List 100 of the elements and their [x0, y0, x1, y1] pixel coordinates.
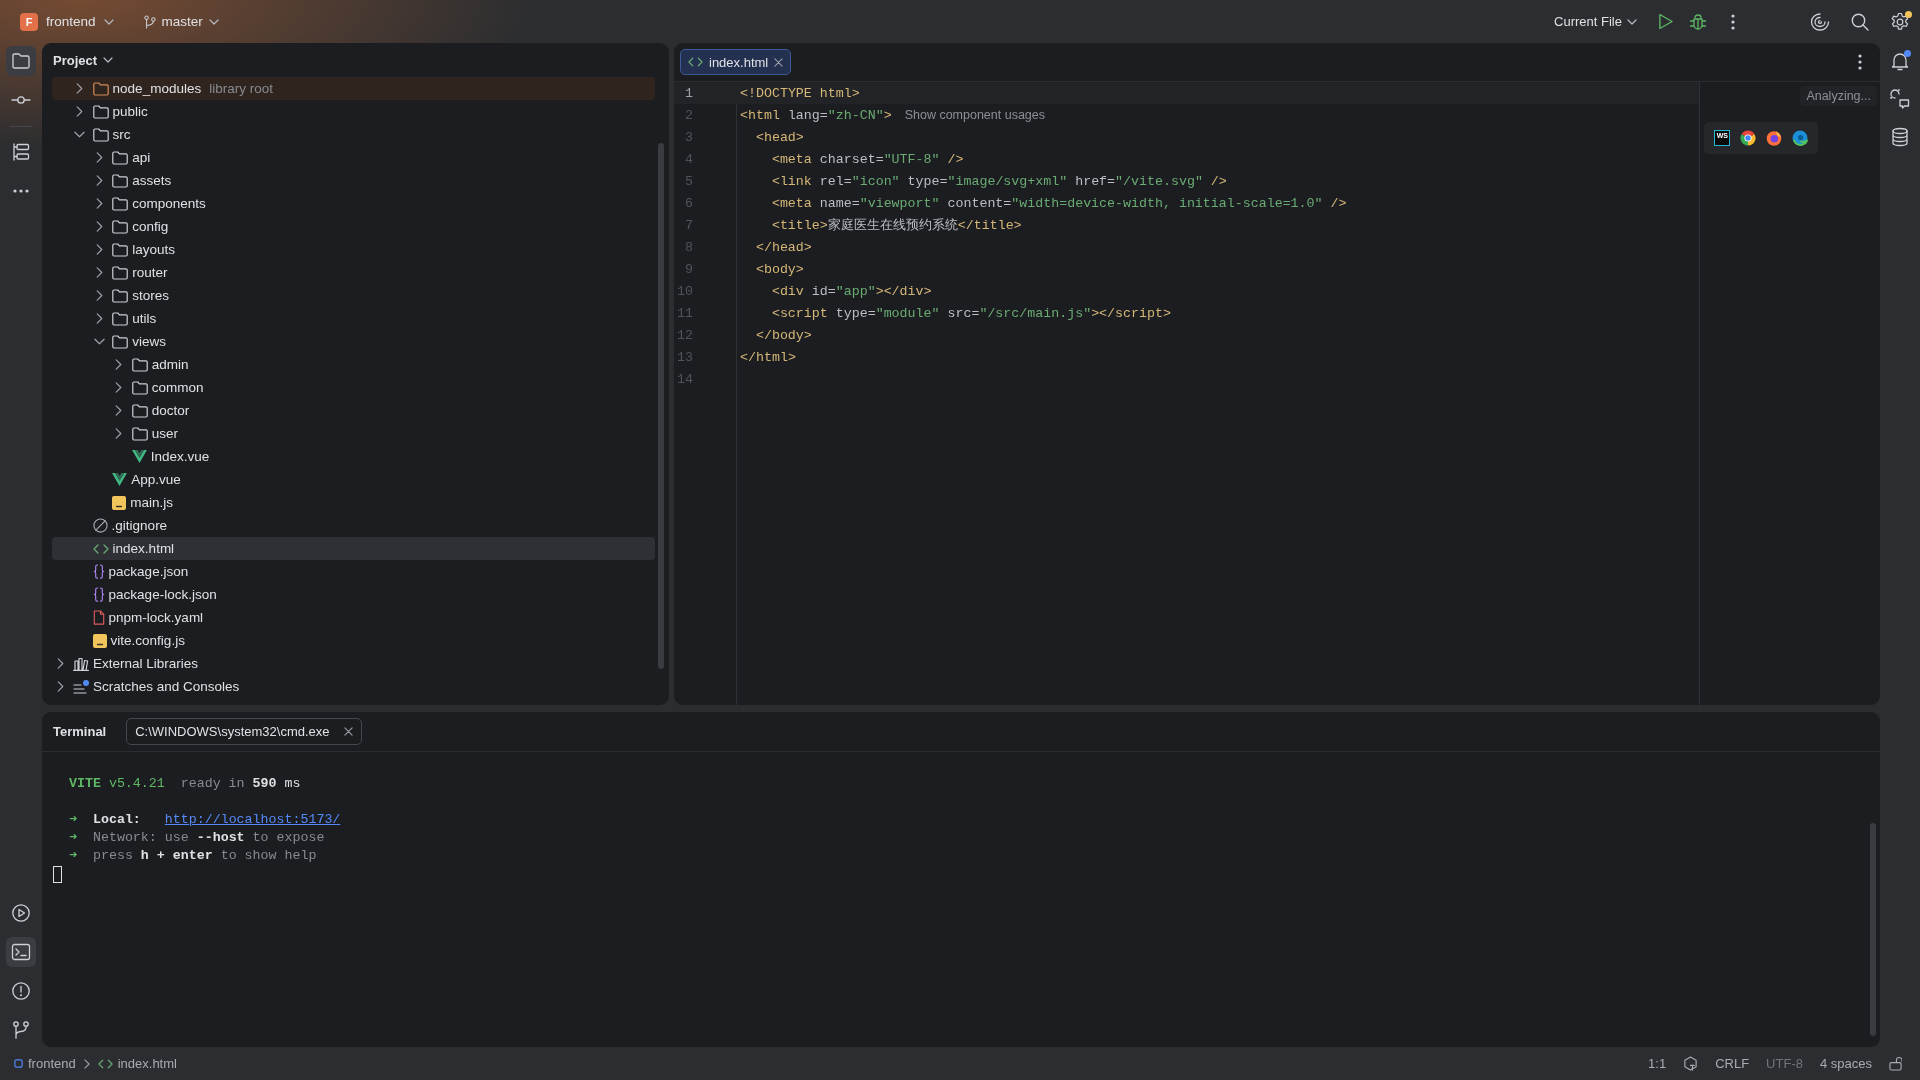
- line-number: 6: [685, 195, 693, 211]
- chevron-right-icon[interactable]: [95, 198, 103, 209]
- folder-icon: [131, 403, 148, 418]
- run-icon[interactable]: [1658, 13, 1673, 30]
- chevron-right-icon[interactable]: [76, 83, 84, 94]
- chevron-right-icon[interactable]: [115, 382, 123, 393]
- tree-item[interactable]: router: [52, 261, 655, 284]
- status-bar-item[interactable]: CRLF: [1715, 1056, 1750, 1071]
- hexagon-icon[interactable]: [1683, 1056, 1699, 1071]
- chevron-right-icon[interactable]: [76, 106, 84, 117]
- database-icon[interactable]: [1891, 127, 1909, 147]
- chevron-right-icon[interactable]: [56, 681, 64, 692]
- tree-item[interactable]: index.html: [52, 537, 655, 560]
- tree-item[interactable]: .gitignore: [52, 514, 655, 537]
- books-icon: [73, 656, 89, 671]
- tree-item[interactable]: layouts: [52, 238, 655, 261]
- project-switcher[interactable]: F frontend: [20, 7, 114, 36]
- breadcrumb-item[interactable]: frontend: [14, 1056, 76, 1071]
- unlocked-padlock-icon[interactable]: [1889, 1056, 1902, 1071]
- branch-selector[interactable]: master: [143, 7, 219, 36]
- browser-icon[interactable]: [1766, 130, 1782, 146]
- scrollbar[interactable]: [658, 143, 664, 669]
- tree-item[interactable]: Scratches and Consoles: [52, 675, 655, 698]
- close-icon[interactable]: [774, 57, 784, 67]
- code-line: <body>: [755, 261, 804, 277]
- tree-item[interactable]: main.js: [52, 491, 655, 514]
- url-link[interactable]: http://localhost:5173/: [164, 812, 341, 827]
- chevron-right-icon[interactable]: [115, 428, 123, 439]
- tree-item[interactable]: App.vue: [52, 468, 655, 491]
- chevron-down-icon[interactable]: [103, 57, 114, 63]
- folder-icon: [112, 150, 129, 165]
- v-logo-icon: [131, 450, 147, 463]
- tree-item[interactable]: api: [52, 146, 655, 169]
- chevron-right-icon[interactable]: [95, 175, 103, 186]
- terminal-tool-button[interactable]: [6, 937, 36, 967]
- more-vertical-icon[interactable]: [1731, 13, 1735, 30]
- v-logo-icon: [112, 473, 128, 486]
- search-icon[interactable]: [1851, 12, 1869, 31]
- chevron-right-icon[interactable]: [95, 313, 103, 324]
- breadcrumb-item[interactable]: index.html: [97, 1056, 177, 1071]
- tree-item[interactable]: doctor: [52, 399, 655, 422]
- browser-icon[interactable]: [1792, 130, 1808, 146]
- line-number: 9: [685, 261, 693, 277]
- tree-item[interactable]: user: [52, 422, 655, 445]
- warning-circle-icon: [11, 981, 31, 1001]
- bug-icon[interactable]: [1689, 12, 1707, 31]
- chevron-right-icon[interactable]: [95, 244, 103, 255]
- folder-icon: [112, 311, 129, 326]
- status-bar-item[interactable]: 4 spaces: [1819, 1056, 1872, 1071]
- folder-icon: [112, 288, 129, 303]
- tree-item[interactable]: src: [52, 123, 655, 146]
- chevron-right-icon[interactable]: [95, 221, 103, 232]
- spiral-icon[interactable]: [1810, 12, 1830, 31]
- settings-icon[interactable]: [1890, 11, 1910, 32]
- no-entry-icon: [92, 518, 108, 533]
- bell-icon[interactable]: [1891, 51, 1909, 71]
- chevron-down-icon[interactable]: [103, 18, 114, 25]
- js-file-icon: [112, 495, 127, 510]
- code-line: <meta charset="UTF-8" />: [771, 151, 964, 167]
- more-vertical-icon[interactable]: [1858, 54, 1862, 70]
- chevron-down-icon[interactable]: [74, 131, 86, 138]
- browser-icon[interactable]: [1740, 130, 1756, 146]
- code-line: <title>家庭医生在线预约系统</title>: [771, 217, 1022, 234]
- tree-item[interactable]: assets: [52, 169, 655, 192]
- inlay-hint[interactable]: Show component usages: [904, 108, 1045, 122]
- chevron-right-icon[interactable]: [115, 359, 123, 370]
- chevron-down-icon[interactable]: [208, 18, 219, 25]
- chat-spiral-icon[interactable]: [1890, 89, 1910, 109]
- tree-item[interactable]: components: [52, 192, 655, 215]
- tree-item[interactable]: package-lock.json: [52, 583, 655, 606]
- chevron-right-icon[interactable]: [56, 658, 64, 669]
- tree-item[interactable]: public: [52, 100, 655, 123]
- tree-item[interactable]: views: [52, 330, 655, 353]
- tree-item[interactable]: common: [52, 376, 655, 399]
- chevron-right-icon[interactable]: [95, 152, 103, 163]
- status-bar-item[interactable]: 1:1: [1648, 1056, 1667, 1071]
- project-tool-button[interactable]: [6, 46, 36, 76]
- tree-item[interactable]: Index.vue: [52, 445, 655, 468]
- tree-item[interactable]: utils: [52, 307, 655, 330]
- code-line: </body>: [755, 327, 812, 343]
- run-configuration-selector[interactable]: Current File: [1550, 7, 1641, 36]
- chevron-right-icon[interactable]: [95, 267, 103, 278]
- line-number: 3: [685, 129, 693, 145]
- tree-item[interactable]: pnpm-lock.yaml: [52, 606, 655, 629]
- chevron-down-icon[interactable]: [93, 338, 105, 345]
- chevron-right-icon[interactable]: [95, 290, 103, 301]
- terminal-tab[interactable]: C:\WINDOWS\system32\cmd.exe: [126, 718, 362, 745]
- chevron-right-icon[interactable]: [115, 405, 123, 416]
- tree-item[interactable]: admin: [52, 353, 655, 376]
- close-icon[interactable]: [343, 727, 353, 736]
- editor-tab[interactable]: index.html: [680, 49, 792, 75]
- chevron-down-icon[interactable]: [1627, 18, 1637, 25]
- tree-item[interactable]: vite.config.js: [52, 629, 655, 652]
- tree-item[interactable]: stores: [52, 284, 655, 307]
- scrollbar[interactable]: [1870, 823, 1876, 1036]
- tree-item[interactable]: External Libraries: [52, 652, 655, 675]
- tree-item[interactable]: config: [52, 215, 655, 238]
- view-mode-dropdown[interactable]: Project: [53, 52, 114, 68]
- tree-item[interactable]: package.json: [52, 560, 655, 583]
- tree-item[interactable]: node_modules library root: [52, 77, 655, 100]
